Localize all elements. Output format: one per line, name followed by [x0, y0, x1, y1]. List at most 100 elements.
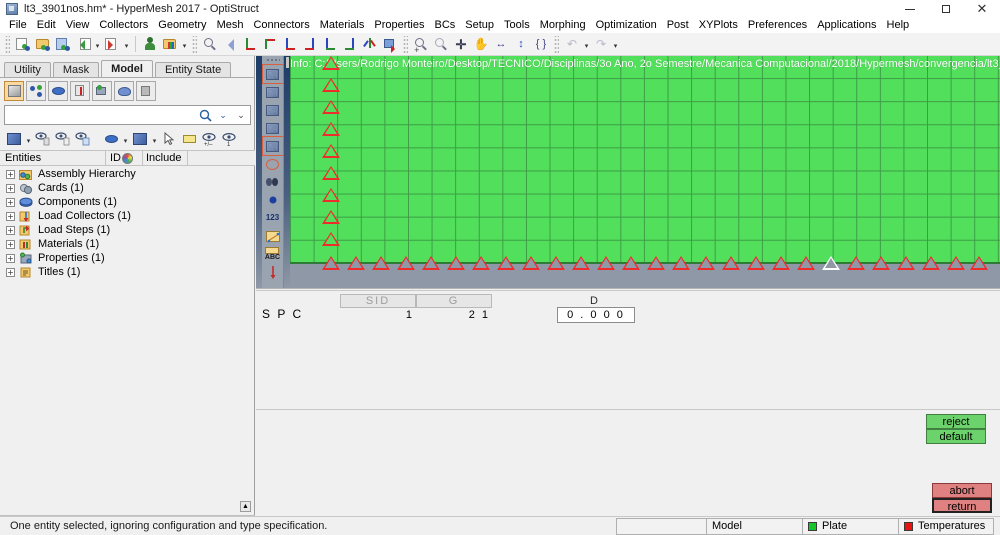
redo-icon[interactable]: ↷: [591, 34, 611, 54]
export-dropdown-icon[interactable]: ▾: [93, 34, 102, 54]
tab-mask[interactable]: Mask: [52, 62, 100, 78]
spc-constraint-triangle[interactable]: [572, 256, 590, 270]
tab-model[interactable]: Model: [101, 60, 153, 78]
spc-constraint-triangle[interactable]: [970, 256, 988, 270]
expander-icon[interactable]: +: [6, 169, 15, 179]
expander-icon[interactable]: +: [6, 183, 15, 193]
spc-constraint-triangle[interactable]: [597, 256, 615, 270]
toolbar-grip-4[interactable]: [554, 35, 559, 53]
display-dropdown-icon[interactable]: ▾: [24, 129, 33, 149]
menu-file[interactable]: File: [4, 18, 32, 33]
spc-constraint-triangle[interactable]: [622, 256, 640, 270]
property-view-icon[interactable]: [92, 81, 112, 101]
display-all-icon[interactable]: [4, 129, 24, 149]
toolbar-grip-3[interactable]: [403, 35, 408, 53]
spc-constraint-triangle[interactable]: [922, 256, 940, 270]
isometric-view-icon[interactable]: [360, 34, 380, 54]
spc-constraint-triangle[interactable]: [347, 256, 365, 270]
spc-constraint-triangle[interactable]: [322, 256, 340, 270]
spc-constraint-triangle[interactable]: [447, 256, 465, 270]
menu-connectors[interactable]: Connectors: [248, 18, 314, 33]
menu-optimization[interactable]: Optimization: [591, 18, 662, 33]
import-model-icon[interactable]: [33, 34, 53, 54]
tree-item-assembly-hierarchy[interactable]: + Assembly Hierarchy: [0, 167, 253, 181]
chevron-down-icon[interactable]: ⌄: [214, 106, 232, 124]
spc-constraint-triangle[interactable]: [397, 256, 415, 270]
menu-post[interactable]: Post: [662, 18, 694, 33]
spc-constraint-triangle[interactable]: [322, 56, 340, 70]
user-profile-icon[interactable]: [140, 34, 160, 54]
minimize-button[interactable]: [892, 0, 928, 18]
show-plusminus-icon[interactable]: +/–: [199, 129, 219, 149]
search-icon[interactable]: [196, 106, 214, 124]
menu-help[interactable]: Help: [882, 18, 915, 33]
yz-view-icon[interactable]: [340, 34, 360, 54]
tree-item-properties[interactable]: + Properties (1): [0, 251, 253, 265]
transparent-icon[interactable]: [263, 155, 283, 173]
spc-constraint-triangle[interactable]: [322, 100, 340, 114]
expander-icon[interactable]: +: [6, 267, 15, 277]
menu-preferences[interactable]: Preferences: [743, 18, 812, 33]
import-solver-icon[interactable]: [102, 34, 122, 54]
zx-view-icon[interactable]: [280, 34, 300, 54]
spc-constraint-triangle[interactable]: [322, 210, 340, 224]
node-id-icon[interactable]: [263, 191, 283, 209]
graphics-area[interactable]: 123 ABC Info: C:/Users/Rodrigo Monteiro/…: [256, 56, 1000, 288]
expander-icon[interactable]: +: [6, 239, 15, 249]
spc-constraint-triangle[interactable]: [947, 256, 965, 270]
spc-constraint-triangle[interactable]: [747, 256, 765, 270]
maximize-button[interactable]: [928, 0, 964, 18]
menu-applications[interactable]: Applications: [812, 18, 881, 33]
toolbar-grip[interactable]: [5, 35, 10, 53]
search-input[interactable]: [5, 107, 196, 123]
browser-scroll-button[interactable]: ▲: [240, 501, 251, 512]
hidden-line-icon[interactable]: [263, 101, 283, 119]
spc-constraint-triangle[interactable]: [472, 256, 490, 270]
menu-setup[interactable]: Setup: [460, 18, 499, 33]
load-view-icon[interactable]: [70, 81, 90, 101]
field-value-d[interactable]: 0 . 0 0 0: [557, 307, 635, 323]
visualization-icon[interactable]: [263, 173, 283, 191]
shaded-dropdown-icon[interactable]: ▾: [121, 129, 130, 149]
spc-constraint-triangle[interactable]: [322, 78, 340, 92]
spc-constraint-triangle[interactable]: [322, 166, 340, 180]
spc-constraint-triangle[interactable]: [322, 144, 340, 158]
tree-item-titles[interactable]: + Titles (1): [0, 265, 253, 279]
status-cell-empty[interactable]: [616, 517, 706, 535]
menu-edit[interactable]: Edit: [32, 18, 61, 33]
spc-constraint-triangle[interactable]: [847, 256, 865, 270]
browser-search[interactable]: ⌄ ⌄: [4, 105, 251, 125]
spc-constraint-triangle[interactable]: [372, 256, 390, 270]
spc-constraint-triangle[interactable]: [722, 256, 740, 270]
spc-constraint-triangle[interactable]: [672, 256, 690, 270]
fit-view-icon[interactable]: [200, 34, 220, 54]
arrow-horizontal-icon[interactable]: ↔: [491, 34, 511, 54]
spc-constraint-triangle[interactable]: [322, 188, 340, 202]
tree-item-components[interactable]: + Components (1): [0, 195, 253, 209]
xz-view-icon[interactable]: [300, 34, 320, 54]
tab-entity-state[interactable]: Entity State: [154, 62, 232, 78]
menu-bcs[interactable]: BCs: [430, 18, 461, 33]
expander-icon[interactable]: +: [6, 211, 15, 221]
spc-constraint-triangle[interactable]: [322, 232, 340, 246]
tree-item-load-collectors[interactable]: + Load Collectors (1): [0, 209, 253, 223]
arrow-vertical-icon[interactable]: ↕: [511, 34, 531, 54]
numbers-icon[interactable]: 123: [263, 209, 283, 227]
spc-constraint-triangle[interactable]: [647, 256, 665, 270]
show-icon[interactable]: [53, 129, 73, 149]
tree-item-load-steps[interactable]: + Load Steps (1): [0, 223, 253, 237]
double-chevron-icon[interactable]: ⌄: [232, 106, 250, 124]
expander-icon[interactable]: +: [6, 197, 15, 207]
export-solver-icon[interactable]: [73, 34, 93, 54]
wireframe-icon[interactable]: [130, 129, 150, 149]
finite-element-mesh[interactable]: [290, 56, 1000, 264]
xy-view-icon[interactable]: [240, 34, 260, 54]
circle-center-icon[interactable]: { }: [531, 34, 551, 54]
tab-utility[interactable]: Utility: [4, 62, 51, 78]
field-value-g[interactable]: 2 1: [416, 309, 490, 321]
menu-xyplots[interactable]: XYPlots: [694, 18, 743, 33]
expander-icon[interactable]: +: [6, 253, 15, 263]
close-button[interactable]: ✕: [964, 0, 1000, 18]
spc-constraint-triangle[interactable]: [522, 256, 540, 270]
menu-view[interactable]: View: [61, 18, 95, 33]
